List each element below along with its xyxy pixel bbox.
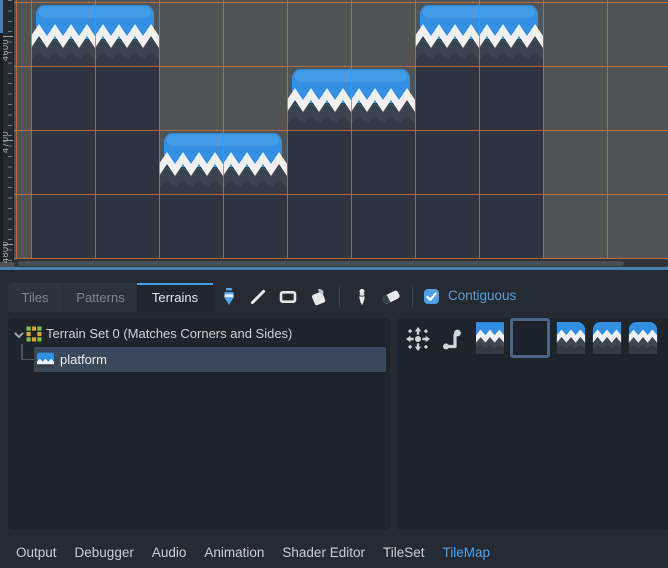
- tab-strip: Tiles Patterns: [8, 283, 137, 312]
- tab-terrains-label: Terrains: [151, 290, 199, 305]
- platform-terrain-label: platform: [60, 352, 107, 367]
- platform-tile: [415, 5, 543, 66]
- dock-item-debugger[interactable]: Debugger: [66, 545, 143, 560]
- eraser-tool-icon[interactable]: [382, 288, 400, 306]
- vertical-scrollbar-grabber[interactable]: [0, 0, 3, 33]
- terrain-tile-palette: [397, 318, 668, 530]
- terrain-tile-left-cap[interactable]: [592, 322, 622, 354]
- platform-terrain-icon: [37, 352, 54, 368]
- dock-item-output[interactable]: Output: [7, 545, 66, 560]
- tree-guide-line: [21, 344, 23, 359]
- terrain-tile-empty-selected[interactable]: [510, 318, 550, 358]
- tree-row-platform-selected[interactable]: platform: [34, 347, 386, 372]
- terrain-tile-single-cap[interactable]: [628, 322, 658, 354]
- terrain-dirt-fill: [415, 66, 543, 262]
- horizontal-scrollbar[interactable]: [14, 259, 668, 267]
- picker-tool-icon[interactable]: [353, 288, 371, 306]
- platform-tile: [159, 133, 287, 194]
- platform-tile: [287, 69, 415, 130]
- bucket-fill-tool-icon[interactable]: [309, 288, 327, 306]
- line-tool-icon[interactable]: [249, 288, 267, 306]
- dock-item-animation[interactable]: Animation: [195, 545, 273, 560]
- dock-item-tileset[interactable]: TileSet: [374, 545, 434, 560]
- horizontal-scrollbar-grabber[interactable]: [18, 260, 624, 266]
- check-icon: [426, 292, 437, 301]
- terrain-dirt-fill: [159, 194, 287, 262]
- bottom-dock-bar: Output Debugger Audio Animation Shader E…: [0, 536, 668, 568]
- tab-tiles[interactable]: Tiles: [8, 283, 62, 312]
- terrain-dirt-fill: [31, 66, 159, 262]
- rect-tool-icon[interactable]: [279, 288, 297, 306]
- dock-item-audio[interactable]: Audio: [143, 545, 196, 560]
- godot-editor: 4600 4700 4800 Tiles Patterns Terrains C…: [0, 0, 668, 568]
- tab-patterns[interactable]: Patterns: [62, 283, 138, 312]
- contiguous-checkbox[interactable]: [424, 289, 439, 304]
- terrain-dirt-fill: [287, 130, 415, 262]
- terrain-set-tree: Terrain Set 0 (Matches Corners and Sides…: [8, 318, 390, 530]
- dock-item-shader-editor[interactable]: Shader Editor: [273, 545, 374, 560]
- terrain-set-icon: [26, 326, 42, 342]
- vertical-scrollbar[interactable]: [0, 0, 3, 262]
- platform-tile: [31, 5, 159, 66]
- contiguous-label[interactable]: Contiguous: [448, 284, 516, 308]
- terrain-set-label: Terrain Set 0 (Matches Corners and Sides…: [46, 326, 293, 341]
- canvas-viewport[interactable]: 4600 4700 4800: [0, 0, 668, 270]
- toolbar-separator: [412, 287, 413, 307]
- toolbar-separator: [339, 287, 340, 307]
- terrain-tile-top[interactable]: [476, 322, 504, 354]
- chevron-down-icon[interactable]: [14, 332, 24, 339]
- dock-item-tilemap[interactable]: TileMap: [433, 545, 499, 560]
- tilemap-panel: Tiles Patterns Terrains Contiguous Terra…: [0, 270, 668, 536]
- tree-guide-line: [21, 358, 35, 360]
- path-mode-icon[interactable]: [439, 326, 465, 352]
- paint-tool-icon[interactable]: [220, 288, 238, 306]
- terrain-tile-right-cap[interactable]: [556, 322, 586, 354]
- connect-mode-icon[interactable]: [405, 326, 431, 352]
- tree-row-terrain-set[interactable]: Terrain Set 0 (Matches Corners and Sides…: [8, 322, 390, 346]
- tab-terrains[interactable]: Terrains: [137, 283, 213, 312]
